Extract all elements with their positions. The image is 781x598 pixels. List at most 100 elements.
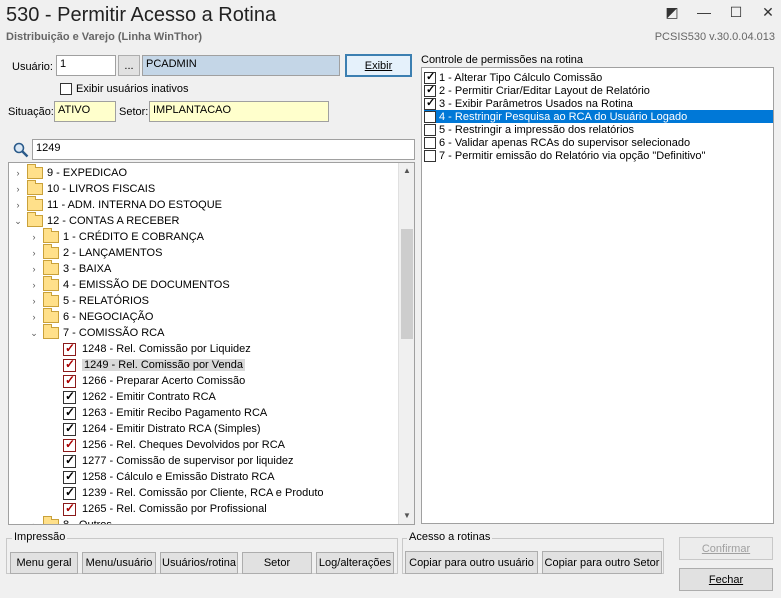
tree-routine-item[interactable]: 1265 - Rel. Comissão por Profissional <box>63 501 267 517</box>
chevron-right-icon[interactable]: › <box>13 200 23 210</box>
tree-folder-item[interactable]: ⌄ 12 - CONTAS A RECEBER <box>13 212 179 229</box>
routine-checkbox[interactable] <box>63 373 76 388</box>
log-alteracoes-button[interactable]: Log/alterações <box>316 552 394 574</box>
tree-folder-item[interactable]: › 1 - CRÉDITO E COBRANÇA <box>29 228 204 245</box>
chevron-right-icon[interactable]: › <box>13 168 23 178</box>
tree-folder-item[interactable]: › 8 - Outros <box>29 516 112 524</box>
setor-button[interactable]: Setor <box>242 552 312 574</box>
tree-folder-item[interactable]: › 6 - NEGOCIAÇÃO <box>29 308 154 325</box>
tree-routine-item[interactable]: 1239 - Rel. Comissão por Cliente, RCA e … <box>63 485 324 501</box>
menu-geral-button[interactable]: Menu geral <box>10 552 78 574</box>
routine-checkbox[interactable] <box>63 485 76 500</box>
tree-item-label: 2 - LANÇAMENTOS <box>63 247 163 259</box>
tree-item-label: 1249 - Rel. Comissão por Venda <box>82 359 245 371</box>
tree-item-label: 1 - CRÉDITO E COBRANÇA <box>63 231 204 243</box>
tree-routine-item[interactable]: 1248 - Rel. Comissão por Liquidez <box>63 341 251 357</box>
tree-item-label: 11 - ADM. INTERNA DO ESTOQUE <box>47 199 223 211</box>
tree-folder-item[interactable]: › 4 - EMISSÃO DE DOCUMENTOS <box>29 276 230 293</box>
chevron-right-icon[interactable]: › <box>29 520 39 524</box>
chevron-right-icon[interactable]: › <box>29 296 39 306</box>
tree-item-label: 1262 - Emitir Contrato RCA <box>82 391 216 403</box>
chevron-right-icon[interactable]: › <box>13 184 23 194</box>
search-icon <box>13 142 29 158</box>
tree-routine-item[interactable]: 1266 - Preparar Acerto Comissão <box>63 373 245 389</box>
routine-checkbox[interactable] <box>63 405 76 420</box>
tree-folder-item[interactable]: › 5 - RELATÓRIOS <box>29 292 149 309</box>
tree-item-label: 9 - EXPEDICAO <box>47 167 128 179</box>
folder-icon <box>43 292 59 307</box>
copy-to-user-button[interactable]: Copiar para outro usuário <box>405 551 538 574</box>
permission-checkbox[interactable] <box>424 149 436 162</box>
folder-icon <box>43 260 59 275</box>
tree-folder-item[interactable]: › 2 - LANÇAMENTOS <box>29 244 163 261</box>
tree-routine-item[interactable]: 1263 - Emitir Recibo Pagamento RCA <box>63 405 267 421</box>
routine-checkbox[interactable] <box>63 469 76 484</box>
permission-label: 2 - Permitir Criar/Editar Layout de Rela… <box>439 84 650 97</box>
chevron-right-icon[interactable]: › <box>29 264 39 274</box>
permission-checkbox[interactable] <box>424 123 436 136</box>
menu-usuario-button[interactable]: Menu/usuário <box>82 552 156 574</box>
scroll-thumb[interactable] <box>401 229 413 339</box>
close-icon[interactable]: ✕ <box>759 4 777 21</box>
chevron-right-icon[interactable]: › <box>29 248 39 258</box>
tree-routine-item[interactable]: 1262 - Emitir Contrato RCA <box>63 389 216 405</box>
tree-folder-item[interactable]: › 11 - ADM. INTERNA DO ESTOQUE <box>13 196 223 213</box>
situacao-field: ATIVO <box>54 101 116 122</box>
usuarios-rotina-button[interactable]: Usuários/rotina <box>160 552 238 574</box>
chevron-right-icon[interactable]: › <box>29 280 39 290</box>
chevron-down-icon[interactable]: ⌄ <box>29 328 39 339</box>
permission-label: 1 - Alterar Tipo Cálculo Comissão <box>439 71 603 84</box>
permission-item[interactable]: 6 - Validar apenas RCAs do supervisor se… <box>424 136 773 149</box>
tree-item-label: 1258 - Cálculo e Emissão Distrato RCA <box>82 471 275 483</box>
tree-item-label: 6 - NEGOCIAÇÃO <box>63 311 154 323</box>
permission-item[interactable]: 5 - Restringir a impressão dos relatório… <box>424 123 773 136</box>
tree-item-label: 10 - LIVROS FISCAIS <box>47 183 156 195</box>
user-id-input[interactable]: 1 <box>56 55 116 76</box>
restore-layout-icon[interactable]: ◩ <box>663 4 681 21</box>
tree-routine-item[interactable]: 1258 - Cálculo e Emissão Distrato RCA <box>63 469 275 485</box>
permission-item[interactable]: 4 - Restringir Pesquisa ao RCA do Usuári… <box>424 109 773 123</box>
chevron-down-icon[interactable]: ⌄ <box>13 216 23 227</box>
chevron-right-icon[interactable]: › <box>29 312 39 322</box>
minimize-icon[interactable]: — <box>695 4 713 21</box>
permission-checkbox[interactable] <box>424 136 436 149</box>
inactive-users-checkbox[interactable]: Exibir usuários inativos <box>60 83 189 95</box>
tree-folder-item[interactable]: › 10 - LIVROS FISCAIS <box>13 180 156 197</box>
exibir-button[interactable]: Exibir <box>345 54 412 77</box>
routine-checkbox[interactable] <box>63 341 76 356</box>
inactive-users-box[interactable] <box>60 83 72 95</box>
folder-icon <box>43 308 59 323</box>
tree-folder-item[interactable]: › 9 - EXPEDICAO <box>13 164 128 181</box>
permission-item[interactable]: 7 - Permitir emissão do Relatório via op… <box>424 149 773 162</box>
folder-icon <box>43 244 59 259</box>
copy-to-sector-button[interactable]: Copiar para outro Setor <box>542 551 662 574</box>
tree-folder-item[interactable]: › 3 - BAIXA <box>29 260 111 277</box>
permission-item[interactable]: 2 - Permitir Criar/Editar Layout de Rela… <box>424 83 773 97</box>
tree-folder-item[interactable]: ⌄ 7 - COMISSÃO RCA <box>29 324 164 341</box>
tree-routine-item[interactable]: 1249 - Rel. Comissão por Venda <box>63 357 245 373</box>
tree-item-label: 1264 - Emitir Distrato RCA (Simples) <box>82 423 261 435</box>
permission-item[interactable]: 3 - Exibir Parâmetros Usados na Rotina <box>424 96 773 110</box>
tree-routine-item[interactable]: 1277 - Comissão de supervisor por liquid… <box>63 453 294 469</box>
scroll-up-icon[interactable]: ▲ <box>399 163 414 179</box>
search-input[interactable]: 1249 <box>32 139 415 160</box>
maximize-icon[interactable]: ☐ <box>727 4 745 21</box>
routine-checkbox[interactable] <box>63 421 76 436</box>
permissions-list: 1 - Alterar Tipo Cálculo Comissão2 - Per… <box>421 67 774 524</box>
routine-checkbox[interactable] <box>63 453 76 468</box>
fechar-button[interactable]: Fechar <box>679 568 773 591</box>
permission-checkbox[interactable] <box>424 109 436 123</box>
permission-item[interactable]: 1 - Alterar Tipo Cálculo Comissão <box>424 70 773 84</box>
routine-checkbox[interactable] <box>63 389 76 404</box>
tree-routine-item[interactable]: 1264 - Emitir Distrato RCA (Simples) <box>63 421 261 437</box>
scroll-down-icon[interactable]: ▼ <box>399 508 414 524</box>
chevron-right-icon[interactable]: › <box>29 232 39 242</box>
user-lookup-button[interactable]: ... <box>118 55 140 76</box>
confirmar-button[interactable]: Confirmar <box>679 537 773 560</box>
impressao-title: Impressão <box>12 531 68 543</box>
routine-checkbox[interactable] <box>63 357 76 372</box>
tree-scrollbar[interactable]: ▲ ▼ <box>398 163 414 524</box>
tree-routine-item[interactable]: 1256 - Rel. Cheques Devolvidos por RCA <box>63 437 285 453</box>
routine-checkbox[interactable] <box>63 437 76 452</box>
routine-checkbox[interactable] <box>63 501 76 516</box>
